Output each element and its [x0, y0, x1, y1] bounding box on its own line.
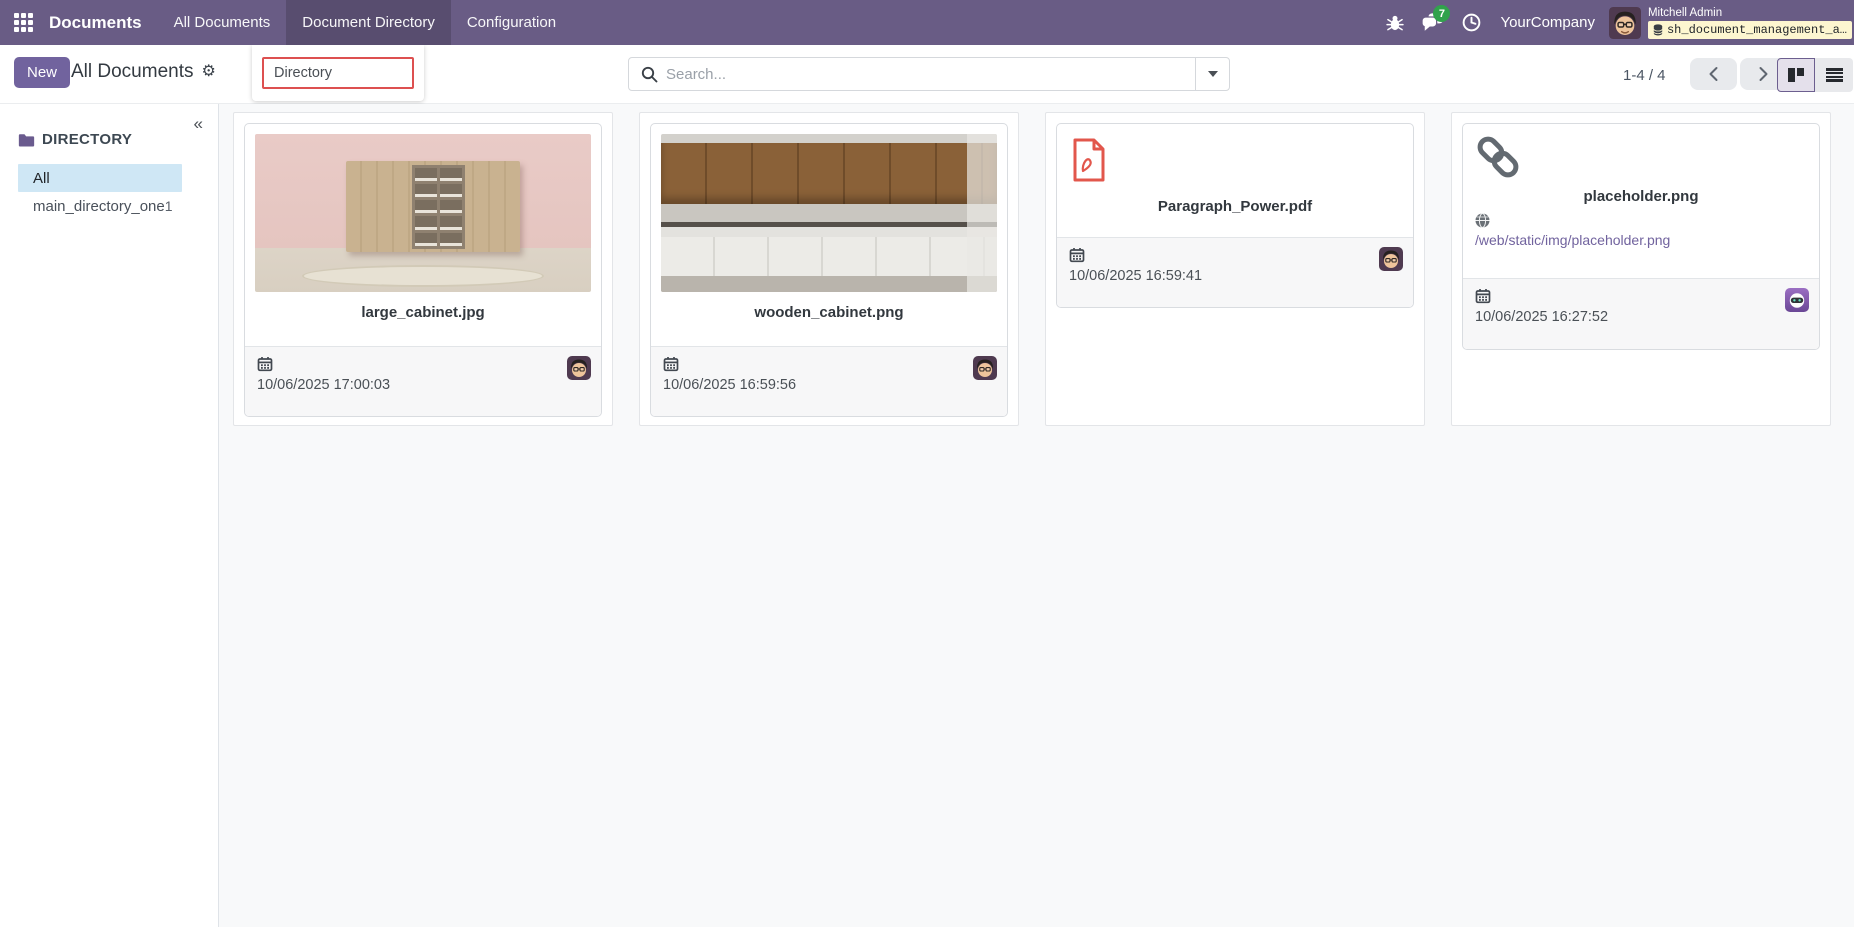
- pager-counter: 1-4 / 4: [1623, 67, 1666, 84]
- sidebar-item-main-directory-one[interactable]: main_directory_one 1: [18, 192, 182, 220]
- calendar-icon: [1475, 289, 1491, 304]
- chevron-left-icon: [1709, 67, 1718, 81]
- top-navbar: Documents All Documents Document Directo…: [0, 0, 1854, 45]
- calendar-icon: [663, 357, 679, 372]
- link-chain-icon: [1477, 136, 1519, 178]
- control-panel: New All Documents ⚙ 1-4 / 4: [0, 45, 1854, 104]
- globe-icon: [1475, 213, 1819, 228]
- document-card-large-cabinet[interactable]: large_cabinet.jpg 10/06/2025 17:00:03: [233, 112, 613, 426]
- sidebar-item-label: main_directory_one: [33, 197, 165, 215]
- document-name: large_cabinet.jpg: [361, 304, 485, 321]
- document-card-wooden-cabinet[interactable]: wooden_cabinet.png 10/06/2025 16:59:56: [639, 112, 1019, 426]
- document-date: 10/06/2025 16:27:52: [1475, 309, 1609, 325]
- mitchell-avatar-image: [1608, 6, 1641, 39]
- user-avatar[interactable]: [1608, 6, 1641, 39]
- owner-avatar-bot[interactable]: [1785, 288, 1809, 312]
- messages-button[interactable]: 7: [1414, 0, 1452, 45]
- owner-avatar[interactable]: [567, 356, 591, 380]
- database-name: sh_document_management_a…: [1666, 22, 1847, 37]
- database-badge: sh_document_management_a…: [1647, 20, 1852, 39]
- clock-icon: [1462, 13, 1481, 32]
- sidebar-collapse-button[interactable]: «: [194, 114, 203, 134]
- chevron-right-icon: [1759, 67, 1768, 81]
- breadcrumb: All Documents ⚙: [71, 61, 216, 83]
- menu-configuration[interactable]: Configuration: [451, 0, 572, 45]
- document-date: 10/06/2025 17:00:03: [257, 377, 391, 393]
- document-name: wooden_cabinet.png: [754, 304, 904, 321]
- view-switcher: [1777, 58, 1853, 92]
- apps-menu-button[interactable]: [0, 0, 45, 45]
- chevron-down-icon: [1207, 71, 1218, 77]
- gear-icon[interactable]: ⚙: [202, 64, 216, 80]
- debug-bug-icon[interactable]: [1376, 0, 1414, 45]
- kanban-view-button[interactable]: [1777, 58, 1815, 92]
- search-dropdown-toggle[interactable]: [1195, 58, 1229, 90]
- menu-all-documents[interactable]: All Documents: [158, 0, 287, 45]
- sidebar-item-count: 1: [164, 198, 173, 214]
- new-button[interactable]: New: [14, 57, 71, 88]
- directory-filter-panel: [252, 45, 424, 101]
- odoobot-avatar-image: [1785, 288, 1809, 312]
- database-icon: [1653, 23, 1663, 35]
- owner-avatar[interactable]: [1379, 247, 1403, 271]
- document-thumbnail[interactable]: [255, 134, 591, 292]
- user-menu[interactable]: Mitchell Admin sh_document_management_a…: [1641, 7, 1854, 39]
- company-switcher[interactable]: YourCompany: [1490, 14, 1609, 31]
- menu-document-directory[interactable]: Document Directory: [286, 0, 451, 45]
- user-name: Mitchell Admin: [1647, 6, 1723, 19]
- document-thumbnail[interactable]: [661, 134, 997, 292]
- directory-sidebar: « DIRECTORY All main_directory_one 1: [0, 104, 219, 927]
- list-icon: [1825, 68, 1843, 82]
- document-name: Paragraph_Power.pdf: [1157, 198, 1313, 215]
- page-title: All Documents: [71, 61, 194, 82]
- search-bar: [628, 57, 1230, 91]
- list-view-button[interactable]: [1815, 58, 1853, 92]
- document-card-placeholder-url[interactable]: placeholder.png /web/static/img/placehol…: [1451, 112, 1831, 426]
- sidebar-section-title: DIRECTORY: [42, 131, 133, 148]
- owner-avatar[interactable]: [973, 356, 997, 380]
- message-count-badge: 7: [1433, 5, 1451, 22]
- bug-icon: [1386, 15, 1405, 30]
- sidebar-item-all[interactable]: All: [18, 164, 182, 192]
- calendar-icon: [257, 357, 273, 372]
- search-input[interactable]: [658, 65, 1195, 83]
- document-date: 10/06/2025 16:59:41: [1069, 268, 1203, 284]
- kanban-icon: [1788, 68, 1804, 82]
- apps-grid-icon: [14, 13, 33, 32]
- search-icon: [629, 66, 658, 83]
- folder-icon: [18, 133, 35, 147]
- kanban-view: large_cabinet.jpg 10/06/2025 17:00:03 wo…: [219, 104, 1854, 927]
- document-card-paragraph-power-pdf[interactable]: Paragraph_Power.pdf 10/06/2025 16:59:41: [1045, 112, 1425, 426]
- document-date: 10/06/2025 16:59:56: [663, 377, 797, 393]
- calendar-icon: [1069, 248, 1085, 263]
- pdf-file-icon: [1073, 138, 1105, 182]
- sidebar-item-label: All: [33, 169, 50, 187]
- directory-filter-input[interactable]: [262, 57, 414, 89]
- activities-button[interactable]: [1452, 0, 1490, 45]
- document-url-link[interactable]: /web/static/img/placeholder.png: [1475, 232, 1807, 248]
- app-brand[interactable]: Documents: [45, 0, 158, 45]
- document-name: placeholder.png: [1583, 188, 1699, 205]
- pager-previous-button[interactable]: [1690, 58, 1737, 90]
